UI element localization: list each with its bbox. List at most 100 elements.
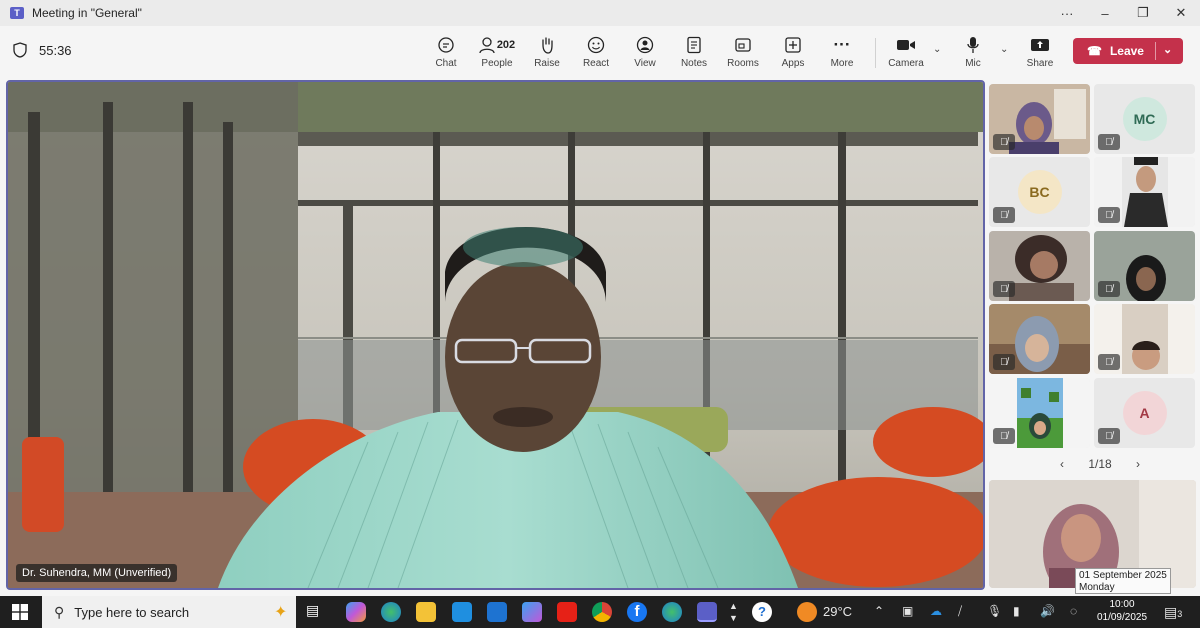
raise-hand-button[interactable]: Raise: [521, 34, 573, 74]
windows-start-icon[interactable]: [12, 604, 28, 620]
participant-tile[interactable]: 🎙̸: [1094, 157, 1195, 227]
file-explorer-icon[interactable]: [416, 602, 436, 622]
windows-taskbar: ⚲ Type here to search ✦ ▤ f ▲ ▼ ? 29°C ⌃ …: [0, 596, 1200, 628]
mail-icon[interactable]: [487, 602, 507, 622]
participant-avatar: BC: [1017, 170, 1062, 214]
task-view-icon[interactable]: ▤: [306, 602, 326, 622]
taskbar-search-box[interactable]: ⚲ Type here to search ✦: [42, 596, 296, 628]
view-button[interactable]: View: [619, 34, 671, 74]
participant-tile[interactable]: 🎙̸: [989, 231, 1090, 301]
react-label: React: [582, 58, 610, 69]
react-button[interactable]: React: [570, 34, 622, 74]
minimize-icon[interactable]: –: [1086, 0, 1124, 26]
close-icon[interactable]: ✕: [1162, 0, 1200, 26]
sparkle-icon: ✦: [274, 604, 288, 621]
battery-icon[interactable]: ▮: [1013, 604, 1020, 618]
main-speaker-video[interactable]: Dr. Suhendra, MM (Unverified): [6, 80, 985, 590]
more-options-icon[interactable]: ···: [1048, 0, 1086, 26]
participant-tile[interactable]: 🎙̸: [989, 378, 1090, 448]
muted-mic-icon: 🎙̸: [1098, 354, 1120, 370]
rooms-button[interactable]: Rooms: [717, 34, 769, 74]
page-indicator: 1/18: [1088, 457, 1112, 471]
date-tooltip: 01 September 2025 Monday: [1075, 568, 1171, 594]
microphone-tray-icon[interactable]: 🎙: [987, 604, 1002, 618]
leave-button[interactable]: ☎ Leave ⌄: [1073, 38, 1183, 64]
previous-page-chevron-icon[interactable]: ‹: [1060, 457, 1064, 471]
participant-tile[interactable]: BC 🎙̸: [989, 157, 1090, 227]
apps-button[interactable]: Apps: [767, 34, 819, 74]
clock-time: 10:00: [1109, 599, 1135, 610]
window-controls: ··· – ❐ ✕: [1048, 0, 1200, 26]
onedrive-icon[interactable]: ☁: [930, 604, 942, 618]
m365-icon[interactable]: [522, 602, 542, 622]
edge-browser-icon[interactable]: [381, 602, 401, 622]
tooltip-date: 01 September 2025: [1079, 570, 1167, 581]
speaker-video-frame: [8, 82, 983, 588]
help-icon[interactable]: ?: [752, 602, 772, 622]
apps-label: Apps: [781, 58, 805, 69]
teams-taskbar-icon[interactable]: [697, 602, 717, 622]
muted-mic-icon: 🎙̸: [993, 134, 1015, 150]
chat-icon: [437, 34, 455, 56]
notes-button[interactable]: Notes: [668, 34, 720, 74]
participant-tile[interactable]: 🎙̸: [989, 304, 1090, 374]
maximize-icon[interactable]: ❐: [1124, 0, 1162, 26]
facebook-icon[interactable]: f: [627, 602, 647, 622]
search-icon: ⚲: [54, 603, 65, 620]
mic-options-chevron-icon[interactable]: ⌄: [1000, 44, 1008, 55]
muted-mic-icon: 🎙̸: [993, 428, 1015, 444]
camera-options-chevron-icon[interactable]: ⌄: [933, 44, 941, 55]
taskbar-scroll-icon[interactable]: ▲ ▼: [729, 600, 738, 624]
participant-tile[interactable]: MC 🎙̸: [1094, 84, 1195, 154]
notification-count: 3: [1177, 609, 1183, 619]
participant-tile[interactable]: 🎙̸: [1094, 304, 1195, 374]
title-bar: T Meeting in "General" ··· – ❐ ✕: [0, 0, 1200, 26]
network-off-icon[interactable]: ⧸: [958, 604, 962, 619]
copilot-icon[interactable]: [346, 602, 366, 622]
rooms-icon: [734, 34, 752, 56]
toolbar-divider: [875, 38, 876, 68]
notification-center-icon[interactable]: ▤3: [1164, 604, 1182, 621]
participant-tile[interactable]: A 🎙̸: [1094, 378, 1195, 448]
people-icon: [479, 37, 495, 54]
people-button[interactable]: 202 People: [471, 34, 523, 74]
camera-button[interactable]: Camera: [880, 34, 932, 74]
clock-date: 01/09/2025: [1096, 612, 1148, 623]
show-hidden-icons-chevron-icon[interactable]: ⌃: [874, 604, 884, 618]
more-button[interactable]: ··· More: [816, 34, 868, 74]
muted-mic-icon: 🎙̸: [1098, 281, 1120, 297]
weather-icon[interactable]: [797, 602, 817, 622]
leave-options-chevron-icon[interactable]: ⌄: [1163, 43, 1172, 56]
speaker-name-tag: Dr. Suhendra, MM (Unverified): [16, 564, 178, 582]
muted-mic-icon: 🎙̸: [1098, 207, 1120, 223]
volume-icon[interactable]: 🔊: [1040, 604, 1055, 618]
leave-divider: [1155, 42, 1156, 60]
wifi-icon[interactable]: ◌: [1070, 604, 1077, 618]
muted-mic-icon: 🎙̸: [1098, 134, 1120, 150]
participant-tile[interactable]: 🎙̸: [989, 84, 1090, 154]
next-page-chevron-icon[interactable]: ›: [1136, 457, 1140, 471]
window-title: Meeting in "General": [32, 6, 142, 20]
more-label: More: [830, 58, 854, 69]
people-label: People: [481, 58, 513, 69]
notes-label: Notes: [680, 58, 708, 69]
youtube-icon[interactable]: [557, 602, 577, 622]
participant-avatar: A: [1122, 391, 1167, 435]
chrome-icon[interactable]: [592, 602, 612, 622]
participant-tile[interactable]: 🎙̸: [1094, 231, 1195, 301]
meet-now-icon[interactable]: ▣: [902, 604, 913, 618]
taskbar-clock[interactable]: 10:00 01/09/2025: [1096, 598, 1148, 624]
camera-label: Camera: [888, 58, 924, 69]
microsoft-store-icon[interactable]: [452, 602, 472, 622]
view-icon: [636, 34, 654, 56]
more-dots-icon: ···: [833, 35, 851, 54]
microphone-icon: [966, 34, 980, 56]
chat-button[interactable]: Chat: [420, 34, 472, 74]
muted-mic-icon: 🎙̸: [993, 281, 1015, 297]
weather-temperature[interactable]: 29°C: [823, 604, 852, 619]
share-button[interactable]: Share: [1014, 34, 1066, 74]
mic-button[interactable]: Mic: [947, 34, 999, 74]
search-placeholder: Type here to search: [74, 604, 190, 620]
edge-browser-icon-2[interactable]: [662, 602, 682, 622]
notes-icon: [686, 34, 702, 56]
